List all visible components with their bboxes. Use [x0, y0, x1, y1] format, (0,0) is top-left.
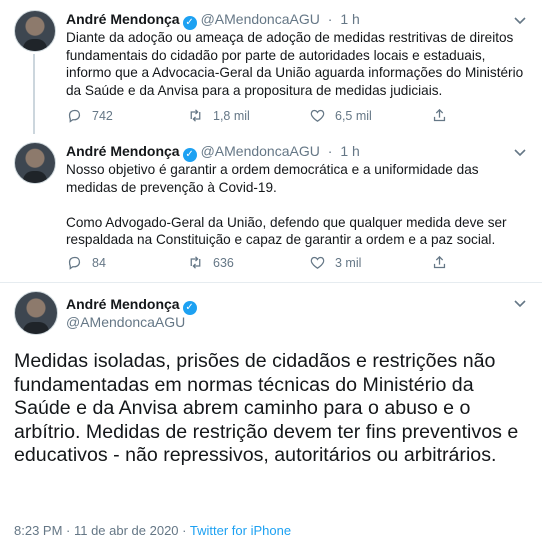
main-tweet: André Mendonça ✓ @AMendoncaAGU Medidas is… — [0, 283, 542, 541]
avatar[interactable] — [14, 291, 58, 335]
reply-button[interactable]: 84 — [66, 254, 106, 271]
author-handle[interactable]: @AMendoncaAGU — [201, 11, 320, 27]
tweet-time[interactable]: 1 h — [340, 11, 359, 27]
tweet-actions: 84 636 3 mil — [66, 254, 526, 274]
separator-dot: · — [327, 11, 333, 27]
heart-icon — [310, 109, 325, 122]
tweet-header: André Mendonça ✓ @AMendoncaAGU · 1 h — [66, 11, 360, 30]
verified-badge-icon: ✓ — [182, 16, 197, 30]
tweet-header: André Mendonça ✓ — [66, 296, 197, 315]
reply-button[interactable]: 742 — [66, 107, 113, 124]
tweet-actions: 742 1,8 mil 6,5 mil — [66, 107, 526, 127]
author-name[interactable]: André Mendonça — [66, 11, 180, 27]
author-handle[interactable]: @AMendoncaAGU — [66, 314, 185, 330]
reply-icon — [68, 256, 81, 270]
like-count: 6,5 mil — [335, 108, 372, 123]
tweet-meta: 8:23 PM · 11 de abr de 2020 · Twitter fo… — [14, 523, 291, 538]
tweet-text: Diante da adoção ou ameaça de adoção de … — [66, 30, 524, 98]
chevron-down-icon[interactable] — [512, 144, 528, 160]
chevron-down-icon[interactable] — [512, 12, 528, 28]
author-handle-line: @AMendoncaAGU — [66, 314, 185, 330]
author-handle[interactable]: @AMendoncaAGU — [201, 143, 320, 159]
retweet-button[interactable]: 1,8 mil — [187, 107, 250, 124]
separator-dot: · — [327, 143, 333, 159]
chevron-down-icon[interactable] — [512, 295, 528, 311]
avatar[interactable] — [14, 10, 56, 52]
reply-count: 742 — [92, 108, 113, 123]
retweet-button[interactable]: 636 — [187, 254, 234, 271]
reply-count: 84 — [92, 255, 106, 270]
retweet-icon — [190, 109, 201, 122]
separator-dot: · — [182, 523, 187, 538]
main-tweet-text: Medidas isoladas, prisões de cidadãos e … — [14, 350, 519, 467]
share-button[interactable] — [431, 107, 448, 124]
reply-icon — [68, 109, 81, 123]
thread-line — [33, 54, 35, 134]
tweet-2[interactable]: André Mendonça ✓ @AMendoncaAGU · 1 h Nosso… — [0, 134, 542, 282]
client-link[interactable]: Twitter for iPhone — [190, 523, 291, 538]
share-button[interactable] — [431, 254, 448, 271]
tweet-time[interactable]: 1 h — [340, 143, 359, 159]
retweet-count: 636 — [213, 255, 234, 270]
tweet-header: André Mendonça ✓ @AMendoncaAGU · 1 h — [66, 143, 360, 162]
like-button[interactable]: 3 mil — [309, 254, 361, 271]
like-button[interactable]: 6,5 mil — [309, 107, 372, 124]
tweet-timestamp[interactable]: 8:23 PM · 11 de abr de 2020 — [14, 523, 179, 538]
like-count: 3 mil — [335, 255, 362, 270]
tweet-text: Nosso objetivo é garantir a ordem democr… — [66, 162, 507, 248]
verified-badge-icon: ✓ — [182, 148, 197, 162]
share-icon — [433, 108, 446, 122]
author-name[interactable]: André Mendonça — [66, 296, 180, 312]
retweet-count: 1,8 mil — [213, 108, 250, 123]
verified-badge-icon: ✓ — [182, 301, 197, 315]
avatar[interactable] — [14, 142, 56, 184]
retweet-icon — [190, 256, 201, 269]
author-name[interactable]: André Mendonça — [66, 143, 180, 159]
share-icon — [433, 255, 446, 269]
tweet-1[interactable]: André Mendonça ✓ @AMendoncaAGU · 1 h Diant… — [0, 0, 542, 134]
heart-icon — [310, 256, 325, 269]
